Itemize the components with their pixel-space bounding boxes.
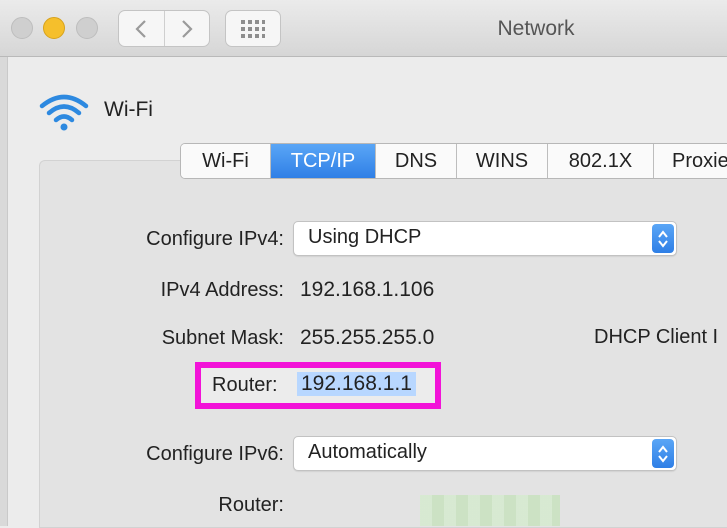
chevron-right-icon: [181, 19, 193, 38]
minimize-window-button[interactable]: [43, 17, 65, 39]
up-down-chevron-icon: [652, 439, 674, 468]
subnet-mask-value: 255.255.255.0: [300, 326, 435, 349]
ipv4-address-value: 192.168.1.106: [300, 278, 435, 301]
wifi-icon: [39, 94, 89, 131]
configure-ipv4-label: Configure IPv4:: [146, 228, 284, 250]
ipv4-address-label: IPv4 Address:: [160, 279, 284, 301]
window-title: Network: [497, 17, 575, 40]
tab-proxies[interactable]: Proxie: [654, 144, 727, 178]
configure-ipv4-value: Using DHCP: [308, 226, 422, 248]
service-name: Wi-Fi: [104, 98, 153, 121]
window-titlebar: Network: [0, 0, 727, 57]
zoom-window-button[interactable]: [76, 17, 98, 39]
watermark-blur: [420, 495, 560, 526]
tab-wins[interactable]: WINS: [457, 144, 548, 178]
subnet-mask-label: Subnet Mask:: [161, 327, 284, 349]
close-window-button[interactable]: [11, 17, 33, 39]
tab-dns[interactable]: DNS: [376, 144, 457, 178]
window-left-edge: [0, 57, 8, 526]
configure-ipv6-value: Automatically: [308, 441, 427, 463]
router-label: Router:: [212, 374, 278, 396]
configure-ipv6-popup[interactable]: Automatically: [293, 436, 677, 471]
chevron-left-icon: [135, 19, 147, 38]
show-all-button[interactable]: [225, 10, 281, 47]
configure-ipv6-label: Configure IPv6:: [146, 443, 284, 465]
tab-wifi[interactable]: Wi-Fi: [181, 144, 271, 178]
router-value[interactable]: 192.168.1.1: [297, 372, 416, 396]
grid-icon: [241, 19, 265, 38]
configure-ipv4-popup[interactable]: Using DHCP: [293, 221, 677, 256]
tab-8021x[interactable]: 802.1X: [548, 144, 654, 178]
forward-button[interactable]: [163, 11, 210, 46]
dhcp-client-id-label: DHCP Client I: [594, 326, 719, 348]
up-down-chevron-icon: [652, 224, 674, 253]
back-forward-group: [118, 10, 210, 47]
tab-tcpip[interactable]: TCP/IP: [271, 144, 376, 178]
back-button[interactable]: [119, 11, 164, 46]
tab-bar: Wi-Fi TCP/IP DNS WINS 802.1X Proxie: [180, 143, 727, 179]
ipv6-router-label: Router:: [218, 494, 284, 516]
